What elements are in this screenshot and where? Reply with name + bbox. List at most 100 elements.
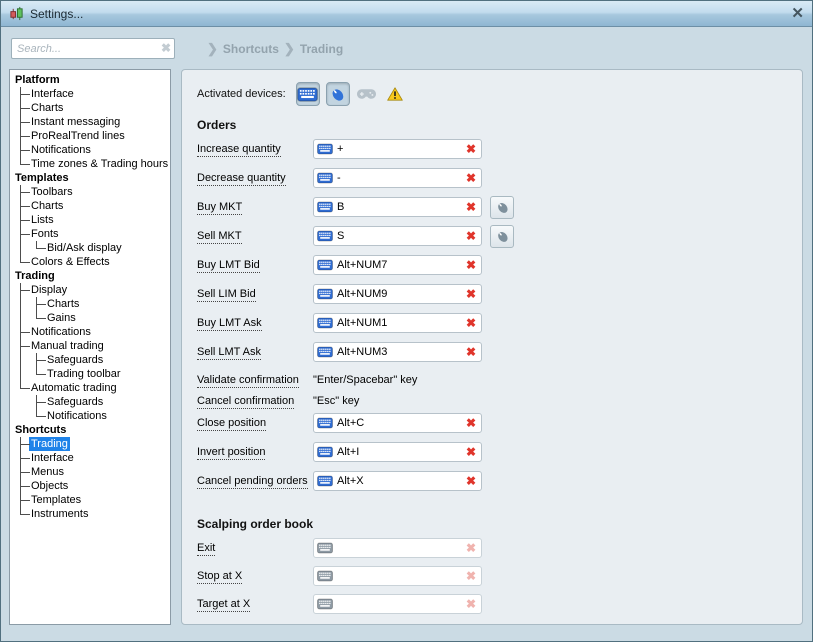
tree-item-automatic-trading[interactable]: Automatic trading [13, 381, 170, 395]
shortcut-row-label: Stop at X [197, 570, 313, 582]
tree-item-toolbars[interactable]: Toolbars [13, 185, 170, 199]
tree-item-instruments[interactable]: Instruments [13, 507, 170, 521]
tree-item-notifications[interactable]: Notifications [13, 325, 170, 339]
shortcut-input-sell-lim-bid[interactable]: Alt+NUM9✖ [313, 284, 482, 304]
tree-item-gains[interactable]: Gains [13, 311, 170, 325]
tree-item-shortcuts[interactable]: Shortcuts [13, 423, 170, 437]
shortcut-row-label: Target at X [197, 598, 313, 610]
tree-connector [13, 465, 29, 479]
tree-item-trading-toolbar[interactable]: Trading toolbar [13, 367, 170, 381]
breadcrumb-shortcuts[interactable]: Shortcuts [223, 42, 279, 56]
delete-shortcut-icon[interactable]: ✖ [466, 346, 476, 358]
delete-shortcut-icon[interactable]: ✖ [466, 143, 476, 155]
tree-item-interface[interactable]: Interface [13, 87, 170, 101]
tree-item-notifications[interactable]: Notifications [13, 409, 170, 423]
tree-item-lists[interactable]: Lists [13, 213, 170, 227]
tree-connector [29, 367, 45, 381]
titlebar: Settings... ✕ [1, 1, 812, 27]
shortcut-input-cancel-pending-orders[interactable]: Alt+X✖ [313, 471, 482, 491]
delete-shortcut-icon[interactable]: ✖ [466, 259, 476, 271]
tree-item-label: Notifications [45, 409, 109, 423]
tree-item-objects[interactable]: Objects [13, 479, 170, 493]
shortcut-row-label: Sell LIM Bid [197, 288, 313, 300]
search-clear-icon[interactable]: ✖ [161, 41, 171, 55]
tree-item-instant-messaging[interactable]: Instant messaging [13, 115, 170, 129]
shortcut-row-buy-lmt-bid: Buy LMT Bid Alt+NUM7✖ [197, 255, 802, 275]
shortcut-input-close-position[interactable]: Alt+C✖ [313, 413, 482, 433]
tree-item-bid-ask-display[interactable]: Bid/Ask display [13, 241, 170, 255]
settings-main-panel: Activated devices: OrdersIncrease quanti… [181, 69, 803, 625]
chevron-right-icon: ❯ [284, 41, 295, 57]
delete-shortcut-icon[interactable]: ✖ [466, 230, 476, 242]
tree-item-menus[interactable]: Menus [13, 465, 170, 479]
tree-item-safeguards[interactable]: Safeguards [13, 395, 170, 409]
tree-item-templates[interactable]: Templates [13, 171, 170, 185]
shortcut-row-label: Increase quantity [197, 143, 313, 155]
tree-connector [13, 255, 29, 269]
tree-item-fonts[interactable]: Fonts [13, 227, 170, 241]
shortcut-label-stop-at-x: Stop at X [197, 570, 242, 584]
keyboard-icon [317, 230, 333, 242]
tree-item-notifications[interactable]: Notifications [13, 143, 170, 157]
shortcut-input-buy-mkt[interactable]: B✖ [313, 197, 482, 217]
tree-item-label: Interface [29, 451, 76, 465]
shortcut-label-validate-confirmation: Validate confirmation [197, 374, 299, 388]
device-keyboard-toggle[interactable] [296, 82, 320, 106]
tree-item-display[interactable]: Display [13, 283, 170, 297]
shortcut-input-increase-quantity[interactable]: +✖ [313, 139, 482, 159]
tree-connector [13, 283, 29, 297]
tree-item-label: Templates [13, 171, 71, 185]
tree-item-templates[interactable]: Templates [13, 493, 170, 507]
tree-item-interface[interactable]: Interface [13, 451, 170, 465]
delete-shortcut-icon[interactable]: ✖ [466, 201, 476, 213]
delete-shortcut-icon[interactable]: ✖ [466, 172, 476, 184]
tree-item-time-zones-trading-hours[interactable]: Time zones & Trading hours [13, 157, 170, 171]
mouse-shortcut-button[interactable] [490, 196, 514, 219]
keyboard-icon [317, 143, 333, 155]
shortcut-input-invert-position[interactable]: Alt+I✖ [313, 442, 482, 462]
breadcrumb-trading[interactable]: Trading [300, 42, 343, 56]
delete-shortcut-icon[interactable]: ✖ [466, 475, 476, 487]
shortcut-label-exit: Exit [197, 542, 215, 556]
shortcut-label-sell-lmt-ask: Sell LMT Ask [197, 346, 261, 360]
delete-shortcut-icon[interactable]: ✖ [466, 446, 476, 458]
shortcut-input-exit: ✖ [313, 538, 482, 558]
tree-item-safeguards[interactable]: Safeguards [13, 353, 170, 367]
device-gamepad-toggle[interactable] [356, 82, 378, 106]
delete-shortcut-icon[interactable]: ✖ [466, 417, 476, 429]
tree-item-platform[interactable]: Platform [13, 73, 170, 87]
tree-item-colors-effects[interactable]: Colors & Effects [13, 255, 170, 269]
delete-shortcut-icon[interactable]: ✖ [466, 317, 476, 329]
device-mouse-toggle[interactable] [326, 82, 350, 106]
mouse-shortcut-button[interactable] [490, 225, 514, 248]
tree-connector [29, 311, 45, 325]
search-input[interactable] [11, 38, 175, 59]
shortcut-row-label: Cancel pending orders [197, 475, 313, 487]
tree-connector [13, 493, 29, 507]
tree-item-prorealtrend-lines[interactable]: ProRealTrend lines [13, 129, 170, 143]
tree-connector [13, 101, 29, 115]
tree-item-label: Gains [45, 311, 78, 325]
shortcut-row-sell-mkt: Sell MKT S✖ [197, 226, 802, 246]
shortcut-input-sell-mkt[interactable]: S✖ [313, 226, 482, 246]
tree-connector [13, 199, 29, 213]
delete-shortcut-icon[interactable]: ✖ [466, 288, 476, 300]
tree-item-label: Instant messaging [29, 115, 122, 129]
tree-item-label: Toolbars [29, 185, 75, 199]
search-wrap: ✖ [11, 38, 175, 59]
tree-item-trading[interactable]: Trading [13, 269, 170, 283]
shortcut-input-buy-lmt-bid[interactable]: Alt+NUM7✖ [313, 255, 482, 275]
close-icon[interactable]: ✕ [791, 6, 804, 21]
tree-item-charts[interactable]: Charts [13, 199, 170, 213]
tree-item-trading[interactable]: Trading [13, 437, 170, 451]
keyboard-icon [317, 417, 333, 429]
shortcut-input-buy-lmt-ask[interactable]: Alt+NUM1✖ [313, 313, 482, 333]
shortcut-value: Alt+NUM3 [337, 346, 462, 358]
shortcut-input-decrease-quantity[interactable]: -✖ [313, 168, 482, 188]
tree-item-manual-trading[interactable]: Manual trading [13, 339, 170, 353]
tree-connector [29, 353, 45, 367]
tree-connector [13, 381, 29, 395]
tree-item-charts[interactable]: Charts [13, 101, 170, 115]
tree-item-charts[interactable]: Charts [13, 297, 170, 311]
shortcut-input-sell-lmt-ask[interactable]: Alt+NUM3 ✖ [313, 342, 482, 362]
